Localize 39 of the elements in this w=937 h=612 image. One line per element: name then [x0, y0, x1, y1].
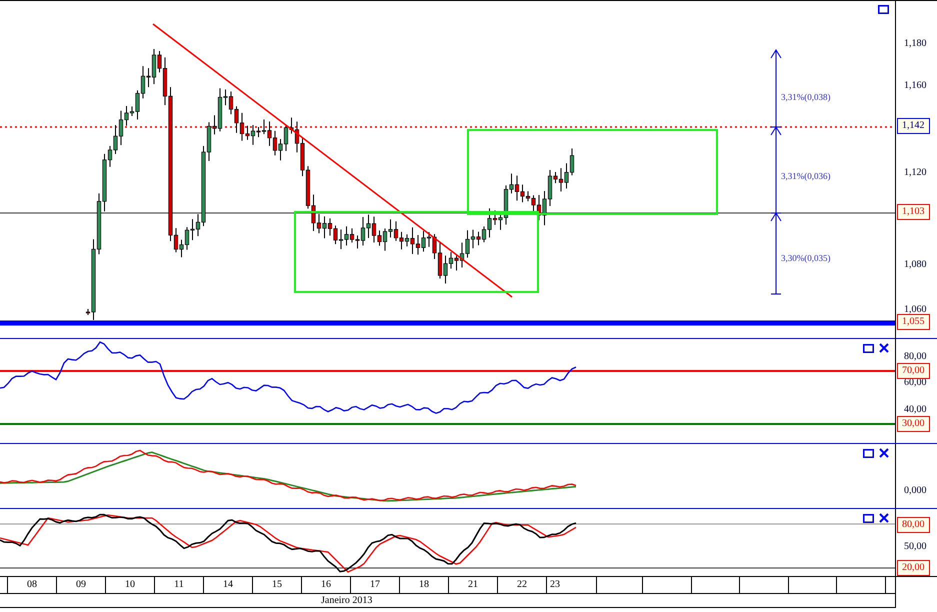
axis-label: 1,160 — [904, 81, 926, 91]
price-tag: 20,00 — [897, 560, 930, 576]
measure-label: 3,31%(0,036) — [781, 172, 830, 181]
maximize-icon[interactable] — [863, 448, 874, 458]
maximize-icon[interactable] — [878, 5, 889, 14]
date-label: 11 — [155, 577, 204, 593]
date-label: 16 — [302, 577, 351, 593]
date-label: 10 — [106, 577, 155, 593]
axis-label: 50,00 — [904, 542, 926, 552]
close-icon[interactable] — [879, 513, 889, 523]
close-icon[interactable] — [879, 343, 889, 353]
axis-label: 0,000 — [904, 486, 926, 496]
price-tag: 30,00 — [897, 416, 930, 432]
price-tag: 1,103 — [897, 204, 930, 220]
date-label: 18 — [400, 577, 449, 593]
measure-label: 3,31%(0,038) — [781, 93, 830, 102]
price-tag: 70,00 — [897, 363, 930, 379]
price-tag: 80,00 — [897, 517, 930, 533]
maximize-icon[interactable] — [863, 344, 874, 352]
axis-label: 40,00 — [904, 405, 926, 415]
axis-label: 1,080 — [904, 260, 926, 270]
close-icon[interactable] — [879, 448, 889, 458]
axis-label: 1,120 — [904, 168, 926, 178]
month-label: Janeiro 2013 — [321, 596, 372, 606]
date-label: 17 — [351, 577, 400, 593]
measure-label: 3,30%(0,035) — [781, 254, 830, 263]
axis-label: 1,060 — [904, 305, 926, 315]
axis-label: 80,00 — [904, 352, 926, 362]
date-label: 14 — [204, 577, 253, 593]
date-label: 21 — [449, 577, 498, 593]
date-label: 23 — [547, 577, 597, 593]
axis-label: 1,180 — [904, 39, 926, 49]
date-label: 08 — [8, 577, 57, 593]
price-tag: 1,055 — [897, 314, 930, 330]
date-label: 22 — [498, 577, 547, 593]
price-tag: 1,142 — [897, 118, 930, 134]
date-label: 09 — [57, 577, 106, 593]
maximize-icon[interactable] — [863, 514, 874, 522]
date-label: 15 — [253, 577, 302, 593]
